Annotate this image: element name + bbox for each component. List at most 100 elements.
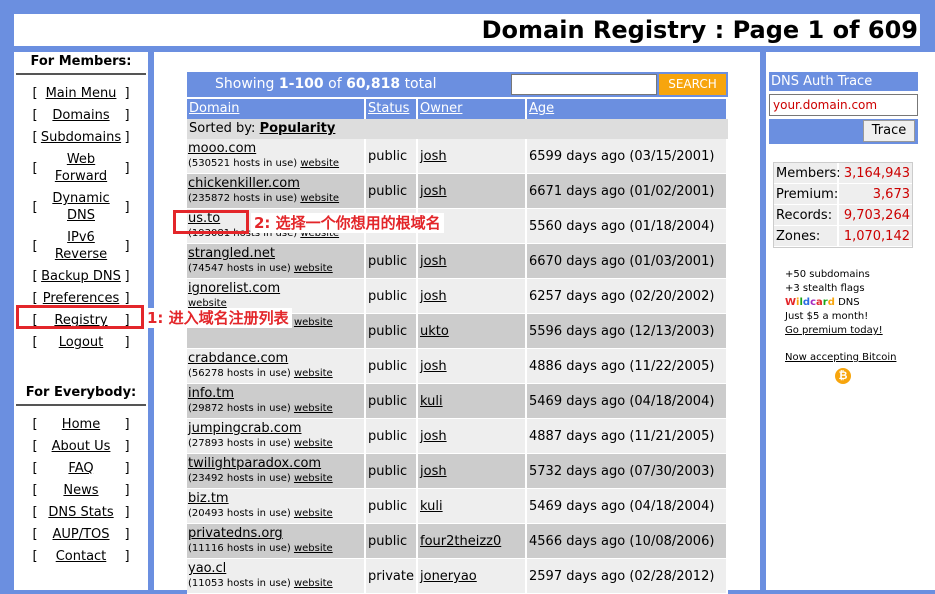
domain-link[interactable]: chickenkiller.com — [188, 174, 364, 192]
age-cell: 5596 days ago (12/13/2003) — [527, 314, 728, 348]
domain-link[interactable]: strangled.net — [188, 244, 364, 262]
everybody-heading: For Everybody: — [16, 383, 146, 406]
annotation-box-us-to — [173, 210, 249, 234]
hosts-count: (29872 hosts in use) — [188, 403, 291, 414]
status-cell: public — [366, 244, 418, 278]
website-link[interactable]: website — [294, 438, 333, 449]
nav-faq[interactable]: [FAQ] — [14, 460, 148, 477]
age-cell: 6257 days ago (02/20/2002) — [527, 279, 728, 313]
bitcoin-link[interactable]: Now accepting Bitcoin — [785, 352, 896, 363]
owner-link[interactable]: josh — [418, 244, 527, 278]
right-sidebar: DNS Auth Trace Trace Members:3,164,943 P… — [766, 52, 935, 590]
hosts-count: (11053 hosts in use) — [188, 578, 291, 589]
nav-about-us[interactable]: [About Us] — [14, 438, 148, 455]
domain-cell: jumpingcrab.com (27893 hosts in use) webs… — [187, 419, 366, 453]
status-cell: public — [366, 349, 418, 383]
website-link[interactable]: website — [294, 263, 333, 274]
owner-link[interactable]: josh — [418, 349, 527, 383]
nav-main-menu[interactable]: [Main Menu] — [14, 85, 148, 102]
website-link[interactable]: website — [294, 543, 333, 554]
stat-row: Members: 3,164,943 — [774, 163, 912, 184]
website-link[interactable]: website — [300, 158, 339, 169]
age-cell: 6670 days ago (01/03/2001) — [527, 244, 728, 278]
go-premium-link[interactable]: Go premium today! — [785, 325, 883, 336]
domain-link[interactable]: crabdance.com — [188, 349, 364, 367]
table-row: chickenkiller.com (235872 hosts in use) w… — [187, 174, 728, 209]
nav-home[interactable]: [Home] — [14, 416, 148, 433]
table-row: crabdance.com (56278 hosts in use) websit… — [187, 349, 728, 384]
col-age[interactable]: Age — [527, 99, 728, 119]
owner-link[interactable]: ukto — [418, 314, 527, 348]
domain-link[interactable]: jumpingcrab.com — [188, 419, 364, 437]
owner-link[interactable]: josh — [418, 419, 527, 453]
domain-cell: crabdance.com (56278 hosts in use) websit… — [187, 349, 366, 383]
stat-row: Premium: 3,673 — [774, 184, 912, 205]
website-link[interactable]: website — [294, 317, 333, 328]
age-cell: 5469 days ago (04/18/2004) — [527, 489, 728, 523]
owner-link[interactable]: josh — [418, 454, 527, 488]
owner-link[interactable]: kuli — [418, 384, 527, 418]
owner-link[interactable]: josh — [418, 174, 527, 208]
website-link[interactable]: website — [294, 508, 333, 519]
nav-backup-dns[interactable]: [Backup DNS] — [14, 268, 148, 285]
owner-link[interactable]: kuli — [418, 489, 527, 523]
age-cell: 5732 days ago (07/30/2003) — [527, 454, 728, 488]
col-domain[interactable]: Domain — [187, 99, 366, 119]
trace-domain-input[interactable] — [769, 94, 918, 116]
showing-summary: Showing 1-100 of 60,818 total — [215, 76, 437, 92]
domain-link[interactable]: mooo.com — [188, 139, 364, 157]
sorted-by: Sorted by: Popularity — [187, 119, 728, 139]
premium-promo: +50 subdomains +3 stealth flags Wildcard… — [785, 269, 883, 336]
nav-subdomains[interactable]: [Subdomains] — [14, 129, 148, 146]
members-heading: For Members: — [16, 52, 146, 75]
domain-link[interactable]: yao.cl — [188, 559, 364, 577]
nav-contact[interactable]: [Contact] — [14, 548, 148, 565]
owner-link[interactable]: josh — [418, 279, 527, 313]
age-cell: 6671 days ago (01/02/2001) — [527, 174, 728, 208]
table-row: mooo.com (530521 hosts in use) website pub… — [187, 139, 728, 174]
owner-link[interactable]: josh — [418, 139, 527, 173]
table-row: info.tm (29872 hosts in use) website publi… — [187, 384, 728, 419]
status-cell: public — [366, 279, 418, 313]
page-title: Domain Registry : Page 1 of 609 — [14, 14, 920, 46]
domain-link[interactable]: privatedns.org — [188, 524, 364, 542]
website-link[interactable]: website — [294, 403, 333, 414]
domain-cell: yao.cl (11053 hosts in use) website — [187, 559, 366, 593]
nav-web-forward[interactable]: [Web Forward] — [14, 151, 148, 185]
table-row: yao.cl (11053 hosts in use) website privat… — [187, 559, 728, 594]
age-cell: 5560 days ago (01/18/2004) — [527, 209, 728, 243]
website-link[interactable]: website — [294, 368, 333, 379]
col-status[interactable]: Status — [366, 99, 418, 119]
website-link[interactable]: website — [300, 193, 339, 204]
age-cell: 4887 days ago (11/21/2005) — [527, 419, 728, 453]
website-link[interactable]: website — [294, 578, 333, 589]
domain-link[interactable]: info.tm — [188, 384, 364, 402]
search-button[interactable]: SEARCH — [659, 74, 726, 95]
trace-button[interactable]: Trace — [863, 120, 915, 142]
owner-link[interactable]: joneryao — [418, 559, 527, 593]
table-row: biz.tm (20493 hosts in use) website public… — [187, 489, 728, 524]
bitcoin-icon: ₿ — [835, 368, 851, 384]
nav-news[interactable]: [News] — [14, 482, 148, 499]
status-cell: public — [366, 524, 418, 558]
col-owner[interactable]: Owner — [418, 99, 527, 119]
owner-link[interactable]: four2theizz0 — [418, 524, 527, 558]
table-header: Domain Status Owner Age — [187, 99, 728, 119]
domain-link[interactable]: biz.tm — [188, 489, 364, 507]
table-row: privatedns.org (11116 hosts in use) websi… — [187, 524, 728, 559]
wildcard-label: Wildcard — [785, 297, 835, 308]
nav-logout[interactable]: [Logout] — [14, 334, 148, 351]
domain-link[interactable]: ignorelist.com — [188, 279, 364, 297]
sort-popularity[interactable]: Popularity — [260, 121, 336, 136]
website-link[interactable]: website — [294, 473, 333, 484]
nav-domains[interactable]: [Domains] — [14, 107, 148, 124]
search-input[interactable] — [511, 74, 657, 95]
status-cell: public — [366, 454, 418, 488]
hosts-count: (235872 hosts in use) — [188, 193, 298, 204]
nav-ipv6-reverse[interactable]: [IPv6 Reverse] — [14, 229, 148, 263]
nav-dynamic-dns[interactable]: [Dynamic DNS] — [14, 190, 148, 224]
nav-aup-tos[interactable]: [AUP/TOS] — [14, 526, 148, 543]
nav-dns-stats[interactable]: [DNS Stats] — [14, 504, 148, 521]
domain-link[interactable]: twilightparadox.com — [188, 454, 364, 472]
table-row: strangled.net (74547 hosts in use) websit… — [187, 244, 728, 279]
